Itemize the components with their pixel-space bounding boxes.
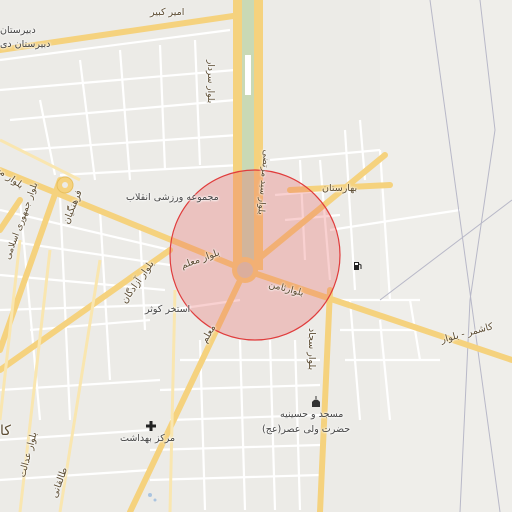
- map-base: [0, 0, 512, 512]
- label-dabirestan: دبیرستان: [0, 25, 36, 36]
- label-dabirestan-2: دبیرستان دی: [0, 39, 51, 50]
- label-markaz-behdasht: مرکز بهداشت: [120, 433, 176, 444]
- label-estakhr-kowsar: استخر کوثر: [145, 304, 191, 315]
- label-blvd-sajjad: بلوار سجاد: [306, 328, 317, 371]
- label-ka: کا: [0, 423, 11, 439]
- label-amir-kabir: امیر کبیر: [150, 7, 185, 18]
- label-varzeshi: مجموعه ورزشی انقلاب: [126, 192, 219, 203]
- label-masjed-1: مسجد و حسینیه: [280, 409, 344, 420]
- map-view[interactable]: امیر کبیر دبیرستان دبیرستان دی بلوار سرد…: [0, 0, 512, 512]
- label-baharestan: بهارستان: [322, 183, 358, 194]
- label-masjed-2: حضرت ولی عصر(عج): [262, 424, 351, 435]
- label-blvd-sardar: بلوار سردار: [205, 60, 215, 104]
